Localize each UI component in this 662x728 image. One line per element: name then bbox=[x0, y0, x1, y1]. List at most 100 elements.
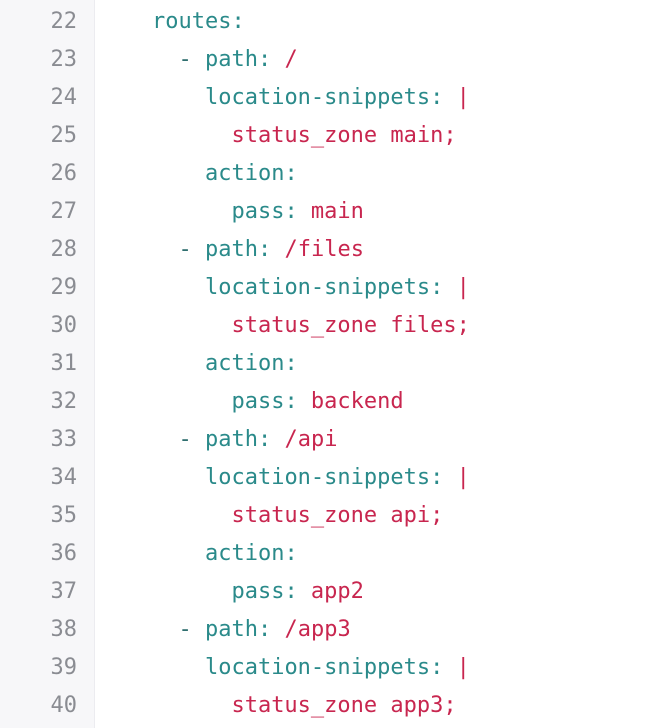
line-number: 28 bbox=[50, 237, 78, 262]
line-number-gutter: 22 23 24 25 26 27 28 29 30 31 32 33 34 3… bbox=[0, 0, 95, 728]
code-line[interactable]: status_zone api; bbox=[95, 497, 662, 535]
yaml-value: / bbox=[271, 47, 298, 72]
code-line[interactable]: pass: main bbox=[95, 193, 662, 231]
colon: : bbox=[257, 617, 272, 642]
yaml-value: status_zone main; bbox=[231, 123, 457, 148]
code-line[interactable]: - path: /files bbox=[95, 231, 662, 269]
yaml-value: status_zone api; bbox=[231, 503, 444, 528]
colon: : bbox=[284, 351, 298, 376]
yaml-value: /app3 bbox=[271, 617, 351, 642]
line-number: 29 bbox=[50, 275, 78, 300]
list-dash: - bbox=[178, 47, 205, 72]
yaml-key: location-snippets bbox=[204, 655, 431, 680]
yaml-value: | bbox=[443, 655, 470, 680]
line-number: 35 bbox=[50, 503, 78, 528]
code-line[interactable]: pass: app2 bbox=[95, 573, 662, 611]
yaml-key: location-snippets bbox=[204, 465, 431, 490]
yaml-value: status_zone files; bbox=[231, 313, 470, 338]
code-line[interactable]: action: bbox=[95, 155, 662, 193]
code-line[interactable]: action: bbox=[95, 345, 662, 383]
yaml-key: location-snippets bbox=[204, 275, 431, 300]
colon: : bbox=[284, 199, 298, 224]
line-number: 26 bbox=[50, 161, 78, 186]
line-number: 30 bbox=[50, 313, 78, 338]
line-number: 32 bbox=[50, 389, 78, 414]
yaml-key: location-snippets bbox=[204, 85, 431, 110]
yaml-key: routes bbox=[151, 9, 232, 34]
code-line[interactable]: - path: /api bbox=[95, 421, 662, 459]
colon: : bbox=[430, 655, 444, 680]
code-line[interactable]: pass: backend bbox=[95, 383, 662, 421]
colon: : bbox=[430, 465, 444, 490]
yaml-value: | bbox=[443, 85, 470, 110]
code-line[interactable]: location-snippets: | bbox=[95, 459, 662, 497]
code-line[interactable]: location-snippets: | bbox=[95, 649, 662, 687]
yaml-key: pass bbox=[231, 199, 285, 224]
code-area[interactable]: routes: - path: / location-snippets: | s… bbox=[95, 0, 662, 728]
line-number: 22 bbox=[50, 9, 78, 34]
line-number: 31 bbox=[50, 351, 78, 376]
colon: : bbox=[284, 161, 298, 186]
code-line[interactable]: - path: /app3 bbox=[95, 611, 662, 649]
yaml-value: app2 bbox=[297, 579, 364, 604]
code-line[interactable]: status_zone files; bbox=[95, 307, 662, 345]
yaml-key: action bbox=[204, 541, 285, 566]
line-number: 39 bbox=[50, 655, 78, 680]
line-number: 25 bbox=[50, 123, 78, 148]
code-line[interactable]: location-snippets: | bbox=[95, 269, 662, 307]
code-line[interactable]: status_zone main; bbox=[95, 117, 662, 155]
line-number: 24 bbox=[50, 85, 78, 110]
list-dash: - bbox=[178, 237, 205, 262]
yaml-value: | bbox=[443, 465, 470, 490]
list-dash: - bbox=[178, 427, 205, 452]
line-number: 27 bbox=[50, 199, 78, 224]
list-dash: - bbox=[178, 617, 205, 642]
code-editor[interactable]: 22 23 24 25 26 27 28 29 30 31 32 33 34 3… bbox=[0, 0, 662, 728]
colon: : bbox=[430, 275, 444, 300]
colon: : bbox=[430, 85, 444, 110]
yaml-value: | bbox=[443, 275, 470, 300]
line-number: 36 bbox=[50, 541, 78, 566]
yaml-value: main bbox=[297, 199, 364, 224]
code-line[interactable]: location-snippets: | bbox=[95, 79, 662, 117]
code-line[interactable]: - path: / bbox=[95, 41, 662, 79]
colon: : bbox=[231, 9, 245, 34]
colon: : bbox=[257, 47, 272, 72]
colon: : bbox=[257, 237, 272, 262]
line-number: 23 bbox=[50, 47, 78, 72]
yaml-value: backend bbox=[297, 389, 404, 414]
code-line[interactable]: action: bbox=[95, 535, 662, 573]
yaml-value: status_zone app3; bbox=[231, 693, 457, 718]
line-number: 40 bbox=[50, 693, 78, 718]
yaml-key: path bbox=[204, 617, 258, 642]
line-number: 38 bbox=[50, 617, 78, 642]
colon: : bbox=[284, 541, 298, 566]
code-line[interactable]: routes: bbox=[95, 3, 662, 41]
line-number: 33 bbox=[50, 427, 78, 452]
yaml-value: /files bbox=[271, 237, 364, 262]
colon: : bbox=[284, 579, 298, 604]
code-line[interactable]: status_zone app3; bbox=[95, 687, 662, 725]
yaml-key: pass bbox=[231, 579, 285, 604]
yaml-key: path bbox=[204, 427, 258, 452]
line-number: 34 bbox=[50, 465, 78, 490]
yaml-key: path bbox=[204, 237, 258, 262]
